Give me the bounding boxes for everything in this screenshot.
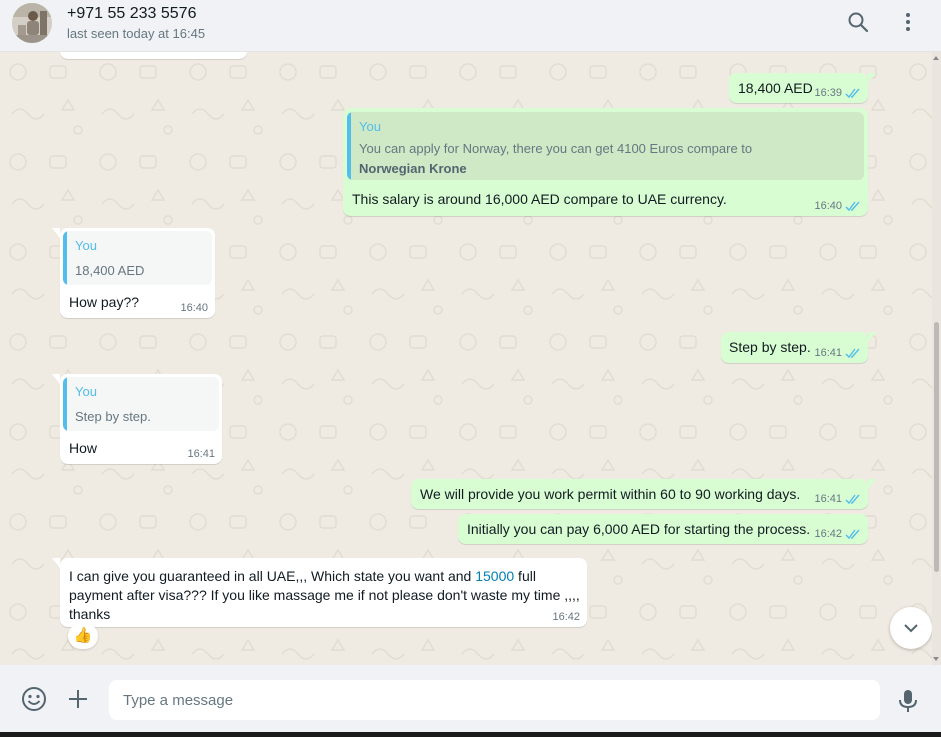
message-incoming[interactable]: I can give you guaranteed in all UAE,,, …	[52, 558, 587, 627]
message-text: How	[69, 440, 98, 456]
message-text: I can give you guaranteed in all UAE,,, …	[69, 568, 580, 622]
phone-number-link[interactable]: 15000	[475, 568, 514, 584]
message-input[interactable]	[109, 680, 880, 720]
scroll-down-arrow-icon[interactable]	[933, 657, 939, 661]
message-outgoing[interactable]: Initially you can pay 6,000 AED for star…	[458, 514, 868, 544]
message-outgoing[interactable]: 18,400 AED 16:39	[729, 73, 876, 103]
read-ticks-icon	[845, 88, 860, 98]
message-time: 16:40	[814, 200, 842, 212]
message-time: 16:41	[187, 448, 215, 460]
thumbs-up-reaction-icon[interactable]: 👍	[68, 623, 98, 649]
message-time: 16:40	[180, 302, 208, 314]
message-time: 16:42	[814, 528, 842, 540]
message-outgoing-reply[interactable]: You You can apply for Norway, there you …	[343, 108, 868, 216]
message-time: 16:41	[814, 347, 842, 359]
read-ticks-icon	[845, 348, 860, 358]
message-text: 18,400 AED	[738, 80, 813, 96]
last-seen-status: last seen today at 16:45	[67, 26, 206, 41]
chevron-down-icon	[904, 624, 918, 633]
quote-author: You	[359, 119, 381, 134]
read-ticks-icon	[845, 201, 860, 211]
quoted-message[interactable]: You Step by step.	[63, 377, 219, 431]
contact-avatar[interactable]	[12, 3, 52, 43]
quote-author: You	[75, 238, 97, 253]
message-text: Initially you can pay 6,000 AED for star…	[467, 521, 811, 537]
scrollbar-thumb[interactable]	[934, 322, 939, 572]
menu-kebab-icon[interactable]	[896, 10, 920, 34]
microphone-icon[interactable]	[896, 688, 920, 719]
search-icon[interactable]	[846, 10, 870, 34]
partial-incoming-bubble	[60, 52, 247, 59]
message-outgoing[interactable]: Step by step. 16:41	[721, 332, 876, 363]
message-outgoing[interactable]: We will provide you work permit within 6…	[411, 479, 876, 509]
window-bottom-edge	[0, 732, 941, 737]
scroll-up-arrow-icon[interactable]	[933, 56, 939, 60]
message-time: 16:42	[552, 611, 580, 623]
scroll-to-bottom-button[interactable]	[890, 607, 932, 649]
contact-name[interactable]: +971 55 233 5576	[67, 5, 196, 23]
message-incoming-reply[interactable]: You Step by step. How 16:41	[52, 374, 222, 464]
composer-bar	[0, 665, 941, 732]
message-text: Step by step.	[729, 339, 811, 355]
quote-text: You can apply for Norway, there you can …	[359, 141, 753, 156]
message-text: How pay??	[69, 294, 140, 310]
quote-text-bold: Norwegian Krone	[359, 161, 467, 176]
chat-scrollbar[interactable]	[932, 52, 941, 665]
message-text: We will provide you work permit within 6…	[420, 486, 801, 502]
chat-panel[interactable]: 18,400 AED 16:39 You You can apply for N…	[0, 52, 941, 665]
message-incoming-reply[interactable]: You 18,400 AED How pay?? 16:40	[52, 228, 215, 318]
message-time: 16:41	[814, 493, 842, 505]
quoted-message[interactable]: You You can apply for Norway, there you …	[347, 112, 864, 180]
attach-plus-icon[interactable]	[66, 687, 90, 716]
read-ticks-icon	[845, 529, 860, 539]
emoji-icon[interactable]	[21, 686, 47, 717]
message-time: 16:39	[814, 87, 842, 99]
quoted-message[interactable]: You 18,400 AED	[63, 231, 212, 285]
quote-text: Step by step.	[75, 409, 151, 424]
quote-text: 18,400 AED	[75, 263, 145, 278]
chat-header: +971 55 233 5576 last seen today at 16:4…	[0, 0, 941, 52]
read-ticks-icon	[845, 494, 860, 504]
message-text: This salary is around 16,000 AED compare…	[352, 191, 727, 207]
quote-author: You	[75, 384, 97, 399]
